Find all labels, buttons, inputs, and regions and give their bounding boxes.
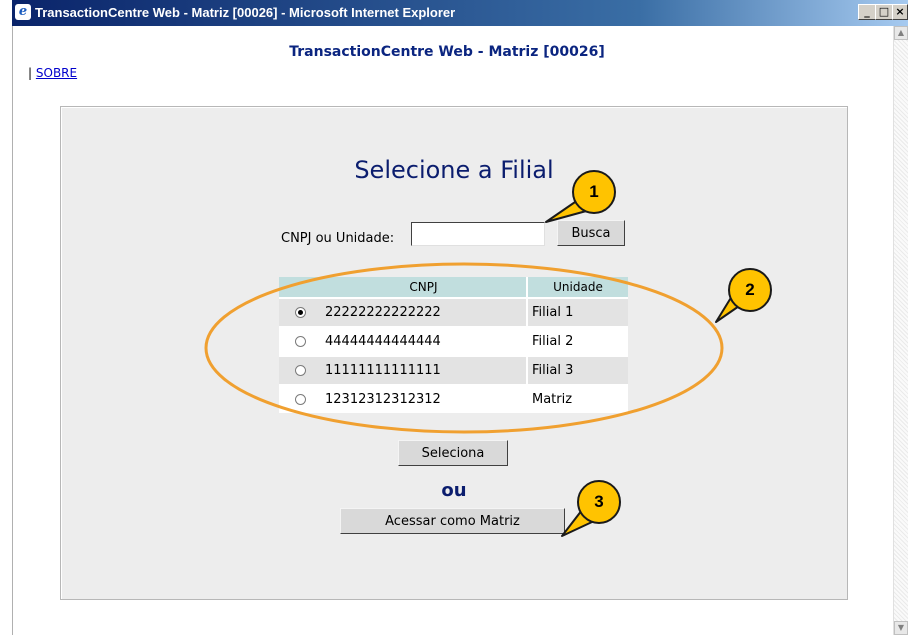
window-title: TransactionCentre Web - Matriz [00026] -… (35, 5, 456, 20)
callout-badge-2: 2 (728, 268, 772, 312)
access-as-matriz-button[interactable]: Acessar como Matriz (340, 508, 565, 534)
unidade-cell: Filial 3 (526, 355, 628, 384)
or-separator: ou (441, 480, 467, 501)
table-row[interactable]: 12312312312312 Matriz (279, 384, 628, 413)
column-header-cnpj: CNPJ (321, 277, 526, 297)
close-button[interactable]: × (892, 4, 908, 20)
vertical-scrollbar[interactable]: ▲ ▼ (893, 26, 908, 635)
search-button[interactable]: Busca (557, 220, 625, 246)
cnpj-cell: 11111111111111 (321, 355, 526, 384)
unidade-cell: Filial 1 (526, 297, 628, 326)
unidade-cell: Filial 2 (526, 326, 628, 355)
branch-table: CNPJ Unidade 22222222222222 Filial 1 444… (279, 277, 628, 413)
search-input[interactable] (411, 222, 545, 246)
nav-bar: | SOBRE (28, 66, 77, 80)
nav-separator: | (28, 66, 33, 80)
window-title-bar: e TransactionCentre Web - Matriz [00026]… (12, 0, 908, 26)
cnpj-cell: 12312312312312 (321, 384, 526, 413)
scroll-down-icon[interactable]: ▼ (894, 621, 908, 635)
radio-button[interactable] (294, 365, 306, 376)
radio-button-selected[interactable] (294, 307, 306, 318)
unidade-cell: Matriz (526, 384, 628, 413)
radio-column-header (279, 277, 321, 297)
minimize-button[interactable]: _ (858, 4, 876, 20)
table-row[interactable]: 11111111111111 Filial 3 (279, 355, 628, 384)
table-row[interactable]: 44444444444444 Filial 2 (279, 326, 628, 355)
scroll-up-icon[interactable]: ▲ (894, 26, 908, 40)
form-title: Selecione a Filial (354, 156, 554, 184)
search-label: CNPJ ou Unidade: (281, 231, 395, 246)
radio-button[interactable] (294, 336, 306, 347)
select-button[interactable]: Seleciona (398, 440, 508, 466)
maximize-button[interactable]: □ (875, 4, 893, 20)
internet-explorer-icon: e (15, 4, 31, 20)
radio-button[interactable] (294, 394, 306, 405)
table-row[interactable]: 22222222222222 Filial 1 (279, 297, 628, 326)
window-left-border (12, 26, 13, 635)
page-title: TransactionCentre Web - Matriz [00026] (289, 44, 605, 60)
callout-badge-3: 3 (577, 480, 621, 524)
table-header-row: CNPJ Unidade (279, 277, 628, 297)
sobre-link[interactable]: SOBRE (36, 66, 77, 80)
column-header-unidade: Unidade (526, 277, 628, 297)
cnpj-cell: 44444444444444 (321, 326, 526, 355)
callout-badge-1: 1 (572, 170, 616, 214)
cnpj-cell: 22222222222222 (321, 297, 526, 326)
